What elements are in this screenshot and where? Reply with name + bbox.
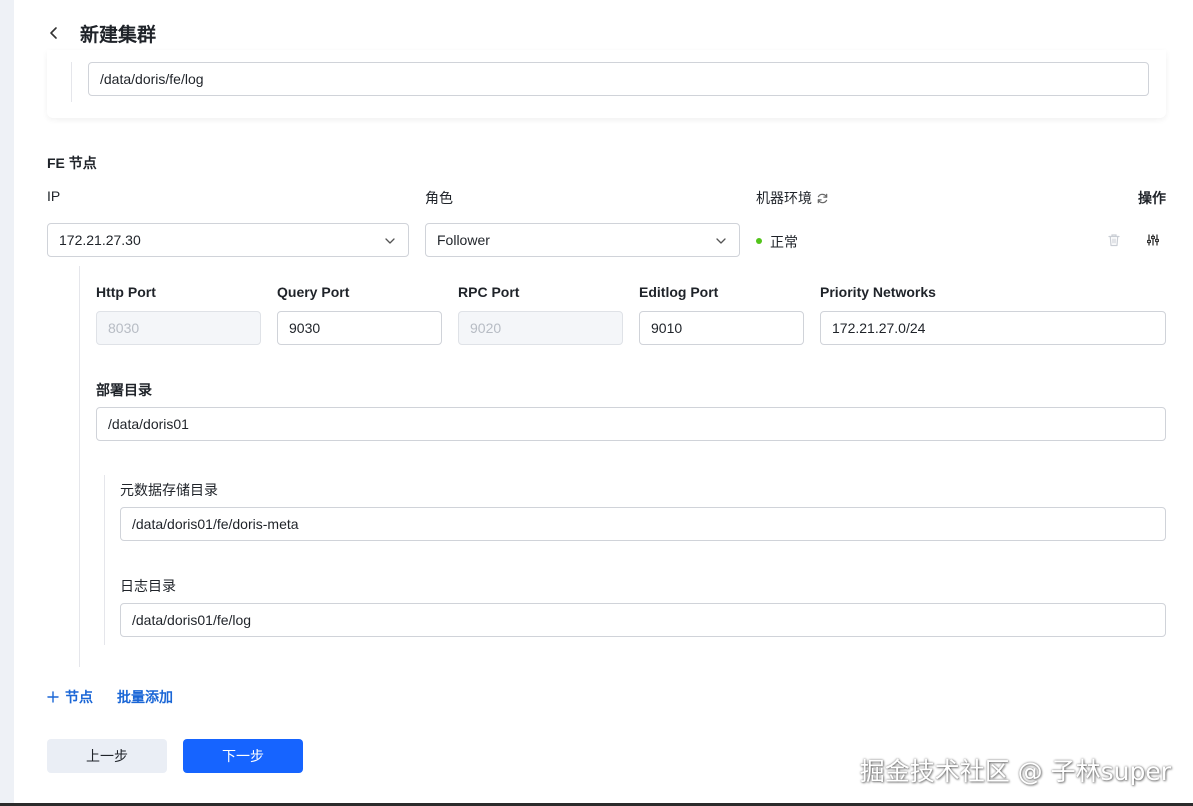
meta-dir-input[interactable]: /data/doris01/fe/doris-meta (120, 507, 1166, 541)
chevron-down-icon (716, 238, 726, 244)
refresh-icon[interactable] (816, 192, 829, 205)
editlog-port-label: Editlog Port (639, 284, 719, 300)
chevron-down-icon (385, 238, 395, 244)
column-header-role: 角色 (425, 190, 453, 206)
rpc-port-input: 9020 (458, 311, 623, 345)
log-dir-input[interactable]: /data/doris01/fe/log (120, 603, 1166, 637)
meta-dir-label: 元数据存储目录 (120, 482, 218, 498)
plus-icon (47, 691, 59, 703)
ip-select[interactable]: 172.21.27.30 (47, 223, 409, 257)
log-dir-label: 日志目录 (120, 578, 176, 594)
node-tree-line (79, 266, 80, 667)
query-port-input[interactable]: 9030 (277, 311, 442, 345)
deploy-dir-input[interactable]: /data/doris01 (96, 407, 1166, 441)
deploy-tree-line (104, 475, 105, 645)
delete-node-button[interactable] (1105, 231, 1123, 249)
column-header-ip: IP (47, 188, 61, 204)
previous-section-card: /data/doris/fe/log (47, 50, 1166, 118)
sliders-icon (1147, 234, 1159, 246)
http-port-input: 8030 (96, 311, 261, 345)
back-button[interactable] (40, 19, 68, 47)
add-node-link[interactable]: 节点 (47, 687, 93, 707)
status-dot (756, 238, 762, 244)
chevron-left-icon (50, 27, 57, 39)
batch-add-link[interactable]: 批量添加 (117, 687, 173, 707)
column-header-actions: 操作 (1138, 190, 1166, 206)
deploy-dir-label: 部署目录 (96, 382, 152, 398)
rpc-port-label: RPC Port (458, 284, 520, 300)
trash-icon (1108, 234, 1120, 247)
http-port-label: Http Port (96, 284, 156, 300)
page-title: 新建集群 (80, 24, 157, 46)
query-port-label: Query Port (277, 284, 350, 300)
watermark: 掘金技术社区 @ 子林super (859, 757, 1171, 786)
priority-networks-label: Priority Networks (820, 284, 936, 300)
top-log-dir-input[interactable]: /data/doris/fe/log (88, 62, 1149, 96)
page-header: 新建集群 (40, 18, 156, 48)
editlog-port-input[interactable]: 9010 (639, 311, 804, 345)
fe-section-title: FE 节点 (47, 155, 97, 171)
column-header-env: 机器环境 (756, 188, 829, 208)
env-status-text: 正常 (770, 234, 798, 250)
left-sidebar-strip (0, 0, 14, 806)
node-settings-button[interactable] (1144, 231, 1162, 249)
priority-networks-input[interactable]: 172.21.27.0/24 (820, 311, 1166, 345)
tree-line (71, 62, 72, 102)
role-select[interactable]: Follower (425, 223, 740, 257)
next-step-button[interactable]: 下一步 (183, 739, 303, 773)
prev-step-button[interactable]: 上一步 (47, 739, 167, 773)
